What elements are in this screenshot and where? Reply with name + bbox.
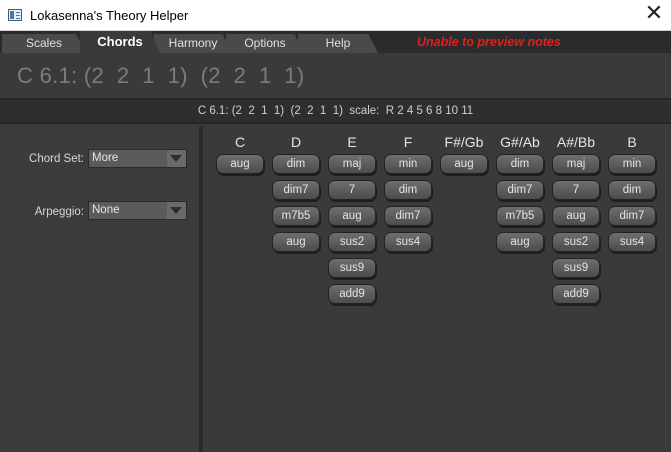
chord-grid: Caug Ddim dim7 m7b5 aug Emaj 7 aug sus2 sus9 add9 F… [203, 126, 671, 452]
note-header: G#/Ab [500, 134, 540, 150]
tab-bar: Scales Harmony Options Help Chords [0, 31, 671, 53]
note-header: D [290, 134, 302, 150]
chord-title: C 6.1: (2 2 1 1) (2 2 1 1) [17, 63, 305, 88]
chord-button[interactable]: sus2 [552, 232, 600, 252]
arpeggio-value: None [92, 204, 120, 216]
app-icon [8, 9, 22, 21]
chord-button[interactable]: maj [328, 154, 376, 174]
title-bar: Lokasenna's Theory Helper ✕ [0, 0, 671, 31]
tab-chords[interactable]: Chords [80, 31, 160, 53]
chord-button[interactable]: aug [216, 154, 264, 174]
chord-button[interactable]: aug [328, 206, 376, 226]
info-bar: C 6.1: (2 2 1 1) (2 2 1 1) scale: R 2 4 … [0, 98, 671, 124]
note-header: C [234, 134, 246, 150]
tab-harmony[interactable]: Harmony [154, 34, 232, 53]
chord-set-select[interactable]: More [88, 149, 187, 168]
chord-button[interactable]: dim7 [384, 206, 432, 226]
chord-button[interactable]: m7b5 [272, 206, 320, 226]
chord-button[interactable]: add9 [328, 284, 376, 304]
chord-button[interactable]: aug [552, 206, 600, 226]
chord-button[interactable]: sus9 [552, 258, 600, 278]
scale-info: C 6.1: (2 2 1 1) (2 2 1 1) scale: R 2 4 … [197, 105, 474, 117]
chord-button[interactable]: maj [552, 154, 600, 174]
chord-button[interactable]: dim [608, 180, 656, 200]
chord-button[interactable]: 7 [552, 180, 600, 200]
chord-button[interactable]: min [384, 154, 432, 174]
chord-button[interactable]: aug [440, 154, 488, 174]
preview-warning: Unable to preview notes [417, 35, 561, 49]
note-header: A#/Bb [556, 134, 596, 150]
tab-help[interactable]: Help [298, 34, 378, 53]
note-header: F#/Gb [444, 134, 484, 150]
chord-button[interactable]: dim [384, 180, 432, 200]
settings-panel: Chord Set: More Arpeggio: None [0, 126, 199, 452]
close-icon[interactable]: ✕ [642, 3, 666, 27]
chord-button[interactable]: sus9 [328, 258, 376, 278]
chord-set-label: Chord Set: [29, 153, 84, 165]
window-title: Lokasenna's Theory Helper [30, 8, 189, 23]
chord-button[interactable]: dim [272, 154, 320, 174]
chord-button[interactable]: sus4 [384, 232, 432, 252]
chord-button[interactable]: dim7 [272, 180, 320, 200]
note-header: F [403, 134, 413, 150]
chord-set-value: More [92, 152, 119, 164]
tab-scales[interactable]: Scales [2, 34, 86, 53]
chevron-down-icon[interactable] [167, 202, 186, 219]
chord-button[interactable]: dim7 [496, 180, 544, 200]
chord-button[interactable]: sus4 [608, 232, 656, 252]
chord-button[interactable]: min [608, 154, 656, 174]
chord-button[interactable]: m7b5 [496, 206, 544, 226]
arpeggio-label: Arpeggio: [34, 206, 84, 218]
chord-button[interactable]: aug [496, 232, 544, 252]
chord-button[interactable]: sus2 [328, 232, 376, 252]
tab-options[interactable]: Options [226, 34, 304, 53]
chord-button[interactable]: 7 [328, 180, 376, 200]
note-header: E [347, 134, 357, 150]
chevron-down-icon[interactable] [167, 150, 186, 167]
arpeggio-select[interactable]: None [88, 201, 187, 220]
chord-button[interactable]: dim7 [608, 206, 656, 226]
chord-button[interactable]: add9 [552, 284, 600, 304]
chord-button[interactable]: dim [496, 154, 544, 174]
chord-button[interactable]: aug [272, 232, 320, 252]
note-header: B [627, 134, 637, 150]
